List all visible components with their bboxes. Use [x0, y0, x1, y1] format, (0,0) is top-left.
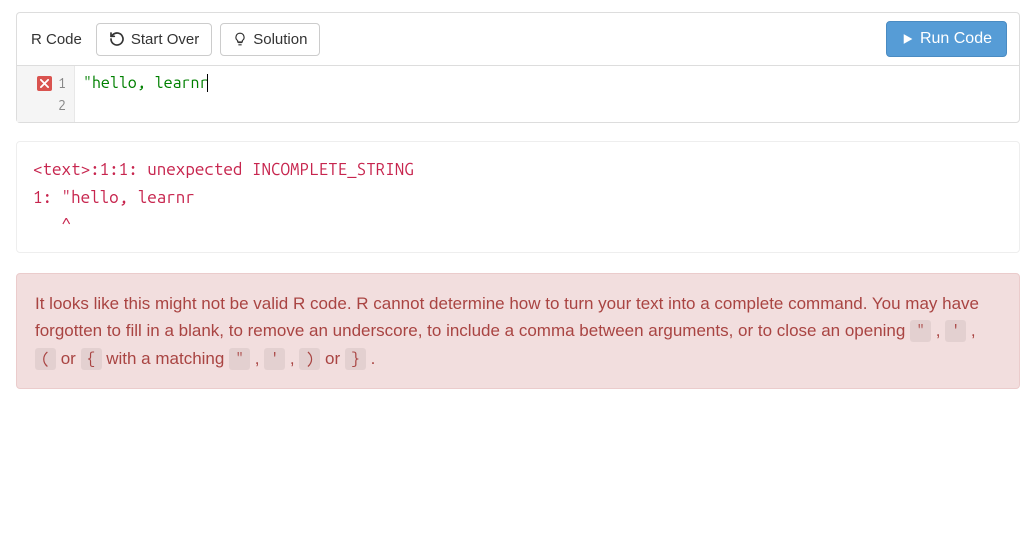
code-input-area[interactable]: "hello, learnr	[75, 66, 1019, 122]
code-line	[83, 94, 1011, 116]
code-snippet: {	[81, 348, 102, 370]
output-line: ^	[33, 215, 71, 234]
gutter-row: 2	[17, 94, 74, 116]
editor-toolbar: R Code Start Over Solution Run Code	[16, 12, 1020, 65]
text-cursor	[207, 74, 208, 92]
refresh-icon	[109, 31, 125, 47]
alert-text: ,	[966, 321, 975, 340]
console-output: <text>:1:1: unexpected INCOMPLETE_STRING…	[16, 141, 1020, 253]
code-snippet: '	[264, 348, 285, 370]
feedback-alert: It looks like this might not be valid R …	[16, 273, 1020, 389]
alert-text: ,	[285, 349, 299, 368]
run-code-button[interactable]: Run Code	[886, 21, 1007, 57]
editor-gutter: 1 2	[17, 66, 75, 122]
alert-text: with a matching	[102, 349, 230, 368]
lightbulb-icon	[233, 31, 247, 47]
gutter-row: 1	[17, 72, 74, 94]
code-snippet: )	[299, 348, 320, 370]
alert-text: .	[366, 349, 375, 368]
solution-label: Solution	[253, 29, 307, 50]
start-over-label: Start Over	[131, 29, 199, 50]
run-code-label: Run Code	[920, 28, 992, 50]
output-line: <text>:1:1: unexpected INCOMPLETE_STRING	[33, 160, 414, 179]
code-snippet: (	[35, 348, 56, 370]
error-marker-icon[interactable]	[37, 76, 52, 91]
output-line: 1: "hello, learnr	[33, 188, 195, 207]
solution-button[interactable]: Solution	[220, 23, 320, 56]
start-over-button[interactable]: Start Over	[96, 23, 212, 56]
code-editor[interactable]: 1 2 "hello, learnr	[16, 65, 1020, 123]
code-snippet: "	[910, 320, 931, 342]
code-snippet: "	[229, 348, 250, 370]
alert-text: ,	[250, 349, 264, 368]
alert-text: or	[56, 349, 81, 368]
alert-text: It looks like this might not be valid R …	[35, 294, 979, 340]
code-line: "hello, learnr	[83, 72, 1011, 94]
alert-text: or	[320, 349, 345, 368]
play-icon	[901, 32, 914, 46]
string-token: "hello, learnr	[83, 74, 208, 92]
alert-text: ,	[931, 321, 945, 340]
editor-language-label: R Code	[29, 27, 84, 52]
code-snippet: }	[345, 348, 366, 370]
code-snippet: '	[945, 320, 966, 342]
line-number: 1	[58, 75, 66, 91]
line-number: 2	[58, 97, 66, 113]
